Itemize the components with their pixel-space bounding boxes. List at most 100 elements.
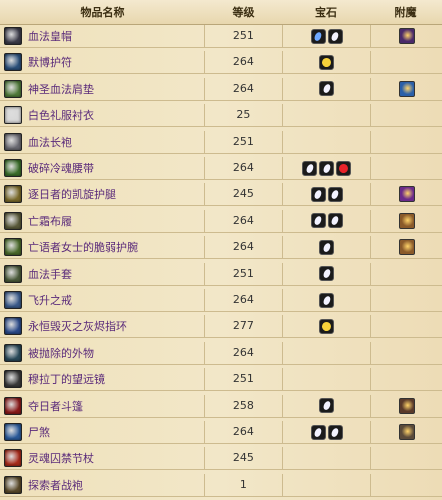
item-icon[interactable] — [4, 370, 22, 389]
item-icon[interactable] — [4, 396, 22, 415]
item-name[interactable]: 探索者战袍 — [28, 477, 83, 493]
enchant-icon[interactable] — [398, 397, 415, 414]
item-name[interactable]: 穆拉丁的望远镜 — [28, 371, 105, 387]
item-icon[interactable] — [4, 185, 22, 204]
header-enchant: 附魔 — [394, 6, 417, 19]
enchant-icon[interactable] — [398, 80, 415, 97]
item-icon[interactable] — [4, 27, 22, 45]
gems-cell — [283, 421, 372, 443]
item-level: 264 — [205, 77, 283, 100]
table-row[interactable]: 血法手套 251 — [0, 262, 442, 286]
white-gem-icon[interactable] — [319, 81, 335, 97]
item-name[interactable]: 破碎冷魂腰带 — [28, 160, 94, 176]
table-row[interactable]: 飞升之戒 264 — [0, 289, 442, 312]
item-name[interactable]: 血法皇帽 — [28, 28, 72, 44]
item-icon[interactable] — [4, 423, 22, 441]
item-name[interactable]: 灵魂囚禁节杖 — [28, 450, 94, 466]
white-gem-icon[interactable] — [310, 424, 326, 440]
white-gem-icon[interactable] — [319, 398, 335, 414]
table-row[interactable]: 血法长袍 251 — [0, 130, 442, 154]
item-level: 245 — [205, 447, 283, 470]
enchant-cell — [371, 342, 442, 364]
item-cell: 永恒毁灭之灰烬指环 — [0, 315, 206, 338]
item-icon[interactable] — [4, 317, 22, 336]
item-name[interactable]: 尸煞 — [28, 424, 50, 440]
item-icon[interactable] — [4, 159, 22, 177]
table-row[interactable]: 血法皇帽 251 — [0, 25, 442, 48]
item-level: 277 — [205, 315, 283, 338]
table-row[interactable]: 逐日者的凯旋护腿 245 — [0, 183, 442, 207]
item-icon[interactable] — [4, 132, 22, 151]
white-gem-icon[interactable] — [327, 213, 343, 229]
white-gem-icon[interactable] — [319, 266, 335, 282]
item-icon[interactable] — [4, 264, 22, 283]
gems-cell — [283, 104, 372, 127]
item-icon[interactable] — [4, 211, 22, 230]
item-name[interactable]: 被抛除的外物 — [28, 345, 94, 361]
enchant-icon[interactable] — [398, 28, 415, 44]
item-icon[interactable] — [4, 475, 22, 494]
table-row[interactable]: 被抛除的外物 264 — [0, 341, 442, 365]
item-level: 264 — [205, 209, 283, 232]
item-name[interactable]: 夺日者斗篷 — [28, 398, 83, 414]
item-icon[interactable] — [4, 53, 22, 72]
white-gem-icon[interactable] — [319, 160, 335, 176]
red-gem-icon[interactable] — [336, 160, 352, 176]
enchant-cell — [371, 78, 442, 100]
white-gem-icon[interactable] — [327, 424, 343, 440]
item-level: 251 — [205, 25, 283, 47]
item-icon[interactable] — [4, 106, 22, 125]
table-row[interactable]: 神圣血法肩垫 264 — [0, 77, 442, 101]
item-icon[interactable] — [4, 238, 22, 257]
white-gem-icon[interactable] — [319, 239, 335, 255]
item-icon[interactable] — [4, 343, 22, 362]
table-row[interactable]: 默博护符 264 — [0, 51, 442, 75]
white-gem-icon[interactable] — [319, 292, 335, 308]
enchant-cell — [371, 25, 442, 47]
item-cell: 破碎冷魂腰带 — [0, 157, 206, 179]
item-cell: 逐日者的凯旋护腿 — [0, 183, 206, 206]
table-row[interactable]: 白色礼服衬衣 25 — [0, 104, 442, 128]
item-name[interactable]: 血法长袍 — [28, 134, 72, 150]
table-row[interactable]: 灵魂囚禁节杖 245 — [0, 447, 442, 471]
table-row[interactable]: 永恒毁灭之灰烬指环 277 — [0, 315, 442, 339]
white-gem-icon[interactable] — [327, 28, 343, 44]
item-icon[interactable] — [4, 449, 22, 468]
yellow-gem-icon[interactable] — [319, 54, 335, 70]
table-row[interactable]: 亡语者女士的脆弱护腕 264 — [0, 236, 442, 260]
item-name[interactable]: 血法手套 — [28, 266, 72, 282]
item-name[interactable]: 神圣血法肩垫 — [28, 81, 94, 97]
table-row[interactable]: 破碎冷魂腰带 264 — [0, 157, 442, 180]
table-row[interactable]: 尸煞 264 — [0, 421, 442, 444]
enchant-icon[interactable] — [398, 424, 415, 440]
gems-cell — [283, 51, 372, 74]
enchant-icon[interactable] — [398, 239, 415, 256]
white-gem-icon[interactable] — [327, 186, 343, 202]
white-gem-icon[interactable] — [310, 186, 326, 202]
table-row[interactable]: 穆拉丁的望远镜 251 — [0, 368, 442, 392]
table-row[interactable]: 夺日者斗篷 258 — [0, 394, 442, 418]
enchant-cell — [371, 395, 442, 417]
item-name[interactable]: 亡霜布履 — [28, 213, 72, 229]
item-name[interactable]: 永恒毁灭之灰烬指环 — [28, 318, 127, 334]
gems-cell — [283, 341, 372, 364]
gems-cell — [283, 209, 372, 232]
item-name[interactable]: 逐日者的凯旋护腿 — [28, 186, 116, 202]
item-level: 251 — [205, 368, 283, 391]
table-row[interactable]: 探索者战袍 1 — [0, 473, 442, 497]
enchant-icon[interactable] — [398, 186, 415, 203]
item-name[interactable]: 飞升之戒 — [28, 292, 72, 308]
item-icon[interactable] — [4, 291, 22, 309]
table-row[interactable]: 亡霜布履 264 — [0, 209, 442, 233]
item-icon[interactable] — [4, 79, 22, 98]
yellow-gem-icon[interactable] — [319, 318, 335, 334]
item-name[interactable]: 亡语者女士的脆弱护腕 — [28, 239, 138, 255]
white-gem-icon[interactable] — [302, 160, 318, 176]
item-name[interactable]: 默博护符 — [28, 54, 72, 70]
item-cell: 被抛除的外物 — [0, 341, 206, 364]
item-name[interactable]: 白色礼服衬衣 — [28, 107, 94, 123]
blue-gem-icon[interactable] — [310, 28, 326, 44]
gems-cell — [283, 262, 372, 285]
white-gem-icon[interactable] — [310, 213, 326, 229]
enchant-icon[interactable] — [398, 212, 415, 229]
